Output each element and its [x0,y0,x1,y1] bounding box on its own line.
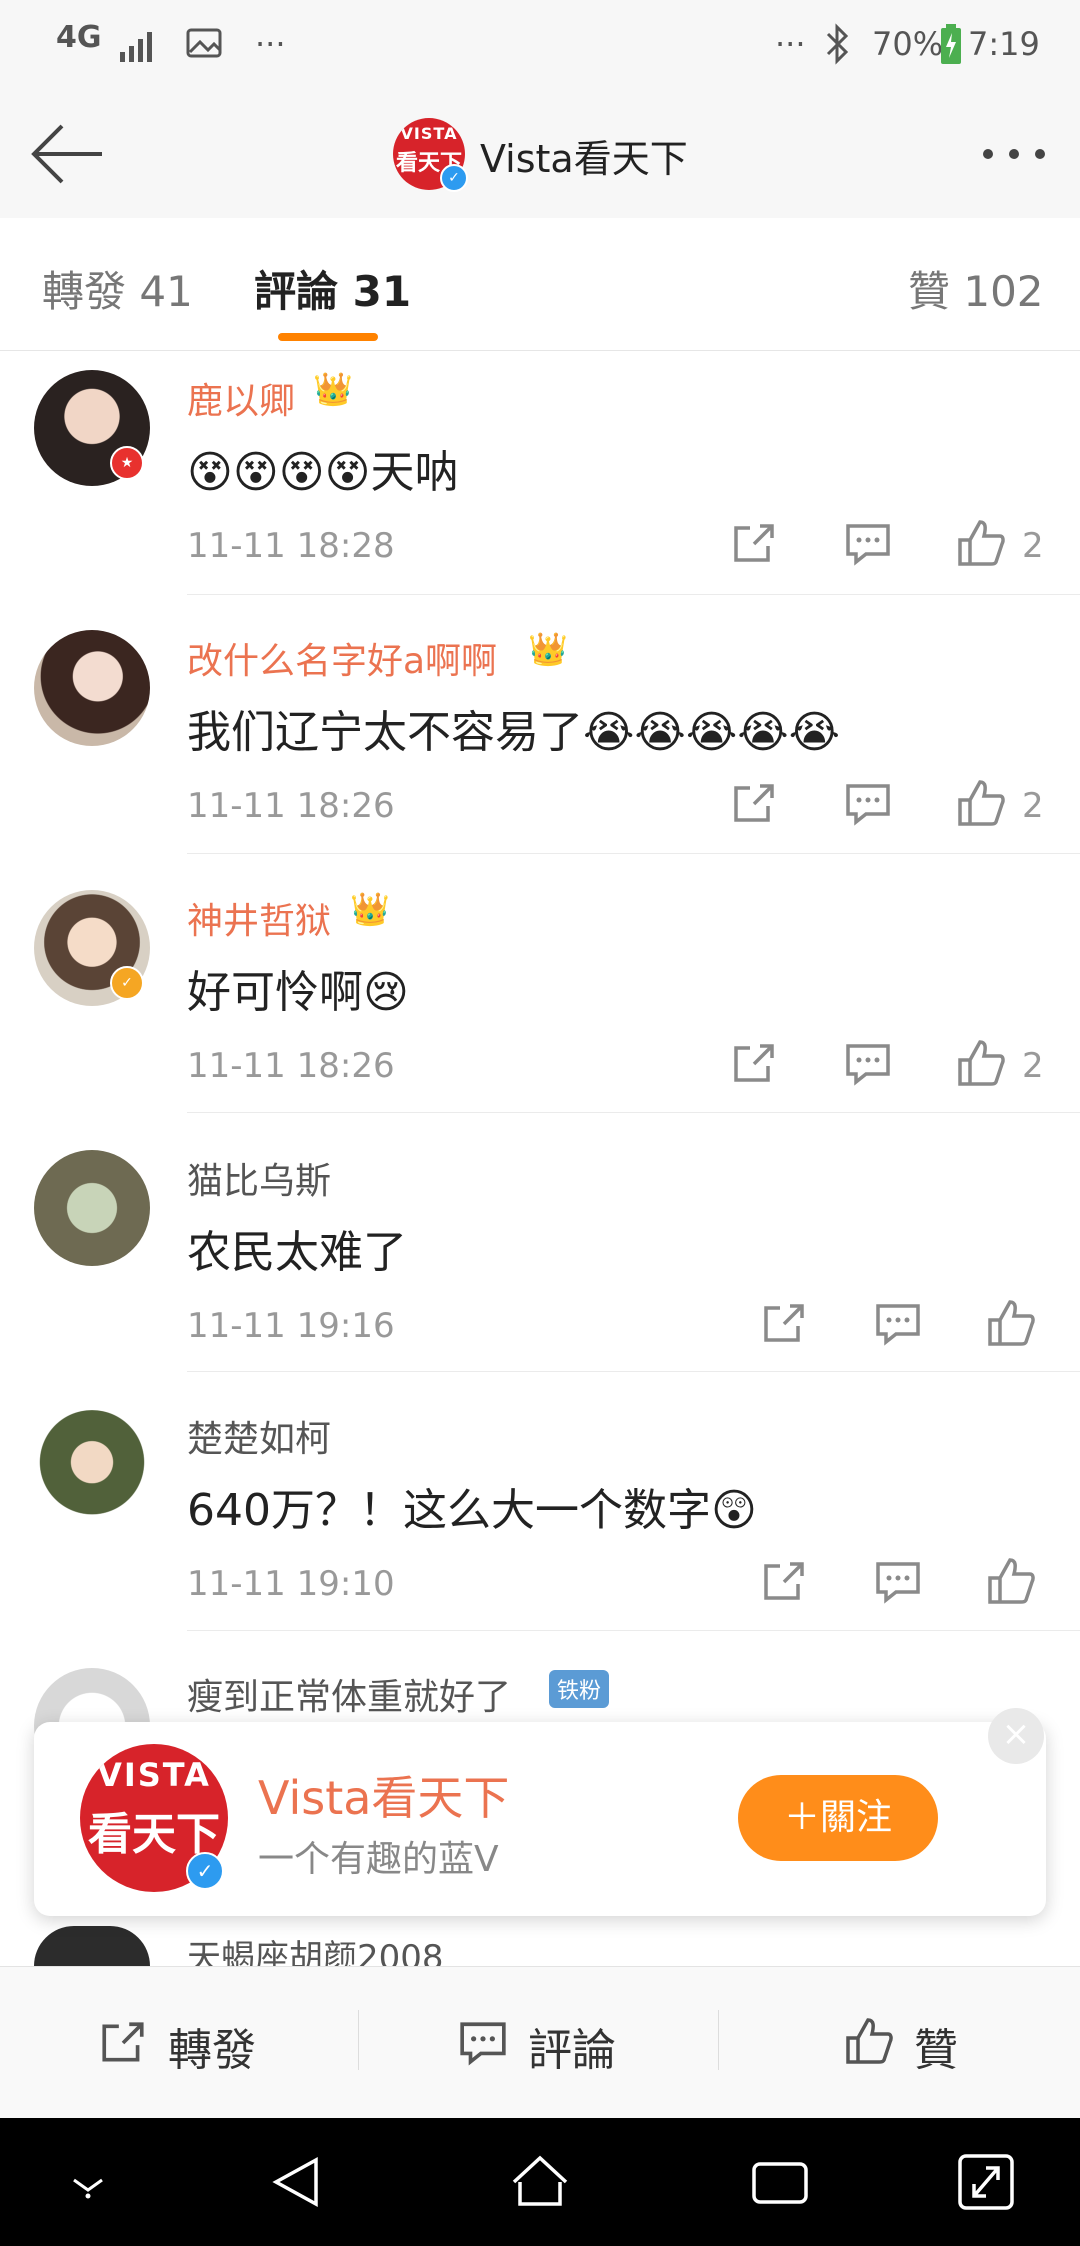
comment-icon[interactable] [874,1302,922,1346]
verified-badge-icon: ✓ [186,1852,224,1890]
verified-badge-icon: ✓ [440,164,468,192]
comment-username[interactable]: 猫比乌斯 [187,1152,331,1204]
status-overflow-dots: ··· [255,25,286,63]
comment-avatar[interactable] [34,1926,150,1966]
crown-icon: 👑 [350,890,390,928]
comment-username[interactable]: 神井哲狱 [187,892,331,944]
share-icon[interactable] [730,522,778,566]
share-icon[interactable] [730,782,778,826]
fan-badge: 铁粉 [549,1670,610,1708]
comment-username[interactable]: 瘦到正常体重就好了 [187,1668,511,1720]
more-options-icon[interactable] [978,136,1050,172]
active-tab-indicator [278,333,378,341]
like-count: 2 [1022,526,1044,566]
comment-time: 11-11 18:26 [187,1046,395,1086]
divider [187,1630,1080,1631]
like-icon [846,2018,893,2064]
comment-text: 好可怜啊😢 [187,967,409,1018]
like-icon[interactable] [956,1038,1006,1088]
divider [187,594,1080,595]
card-avatar-logo-text: VISTA [97,1756,211,1794]
comment-icon[interactable] [844,522,892,566]
share-icon[interactable] [760,1302,808,1346]
share-icon[interactable] [730,1042,778,1086]
network-type: 4G [56,20,102,55]
nav-recents-icon[interactable] [740,2140,820,2224]
comment-time: 11-11 19:16 [187,1306,395,1346]
crown-icon: 👑 [528,630,568,668]
comment-username[interactable]: 改什么名字好a啊啊 [187,632,497,684]
bluetooth-icon [826,23,849,65]
comment-time: 11-11 19:10 [187,1564,395,1604]
status-overflow-dots-right: ··· [775,25,806,63]
divider [187,853,1080,854]
like-button[interactable]: 贊 [844,1994,994,2090]
crown-icon: 👑 [313,370,353,408]
nav-home-icon[interactable] [500,2140,580,2224]
share-icon[interactable] [760,1560,808,1604]
hide-nav-icon[interactable] [48,2140,128,2224]
repost-label: 轉發 [168,2025,256,2076]
comment-avatar[interactable] [34,1410,150,1526]
battery-icon [941,24,961,64]
share-icon [102,2022,144,2062]
back-arrow-icon[interactable] [28,120,108,188]
divider [187,1112,1080,1113]
member-badge-icon: ★ [110,446,144,480]
comment-avatar[interactable] [34,630,150,746]
signal-icon [120,32,152,62]
divider [187,1371,1080,1372]
like-icon[interactable] [956,778,1006,828]
comment-icon[interactable] [844,782,892,826]
like-icon[interactable] [986,1556,1036,1606]
page-title: Vista看天下 [480,137,688,181]
comment-username[interactable]: 鹿以卿 [187,372,295,424]
nav-back-icon[interactable] [258,2140,338,2224]
repost-button[interactable]: 轉發 [98,1994,298,2090]
close-card-button[interactable]: × [988,1708,1044,1764]
comment-text: 我们辽宁太不容易了😭😭😭😭😭 [187,707,841,758]
comment-text: 农民太难了 [187,1227,407,1278]
comment-button[interactable]: 評論 [458,1994,658,2090]
toolbar-separator [358,2010,359,2070]
comment-username[interactable]: 楚楚如柯 [187,1410,331,1462]
like-count: 2 [1022,786,1044,826]
card-subtitle: 一个有趣的蓝V [258,1839,499,1880]
comment-time: 11-11 18:28 [187,526,395,566]
follow-button[interactable]: ＋關注 [738,1775,938,1861]
comment-icon[interactable] [874,1560,922,1604]
clock: 7:19 [968,25,1040,63]
comment-icon [460,2022,506,2066]
tab-comments[interactable]: 評論 31 [254,258,411,319]
like-count: 2 [1022,1046,1044,1086]
tab-repost[interactable]: 轉發 41 [42,258,193,319]
header-avatar-logo-text: VISTA [400,124,458,143]
comment-text: 😵😵😵😵天呐 [187,447,459,498]
image-icon [186,28,222,58]
comment-label: 評論 [528,2025,616,2076]
nav-expand-icon[interactable] [946,2140,1026,2224]
comment-text: 640万？！这么大一个数字😲 [187,1485,757,1536]
card-title[interactable]: Vista看天下 [258,1762,509,1828]
comment-avatar[interactable] [34,1150,150,1266]
like-icon[interactable] [986,1298,1036,1348]
toolbar-separator [718,2010,719,2070]
verified-badge-icon: ✓ [110,966,144,1000]
like-icon[interactable] [956,518,1006,568]
comment-time: 11-11 18:26 [187,786,395,826]
battery-percent: 70% [872,25,944,63]
tab-likes[interactable]: 贊 102 [908,258,1044,319]
like-label: 贊 [914,2025,958,2076]
comment-icon[interactable] [844,1042,892,1086]
